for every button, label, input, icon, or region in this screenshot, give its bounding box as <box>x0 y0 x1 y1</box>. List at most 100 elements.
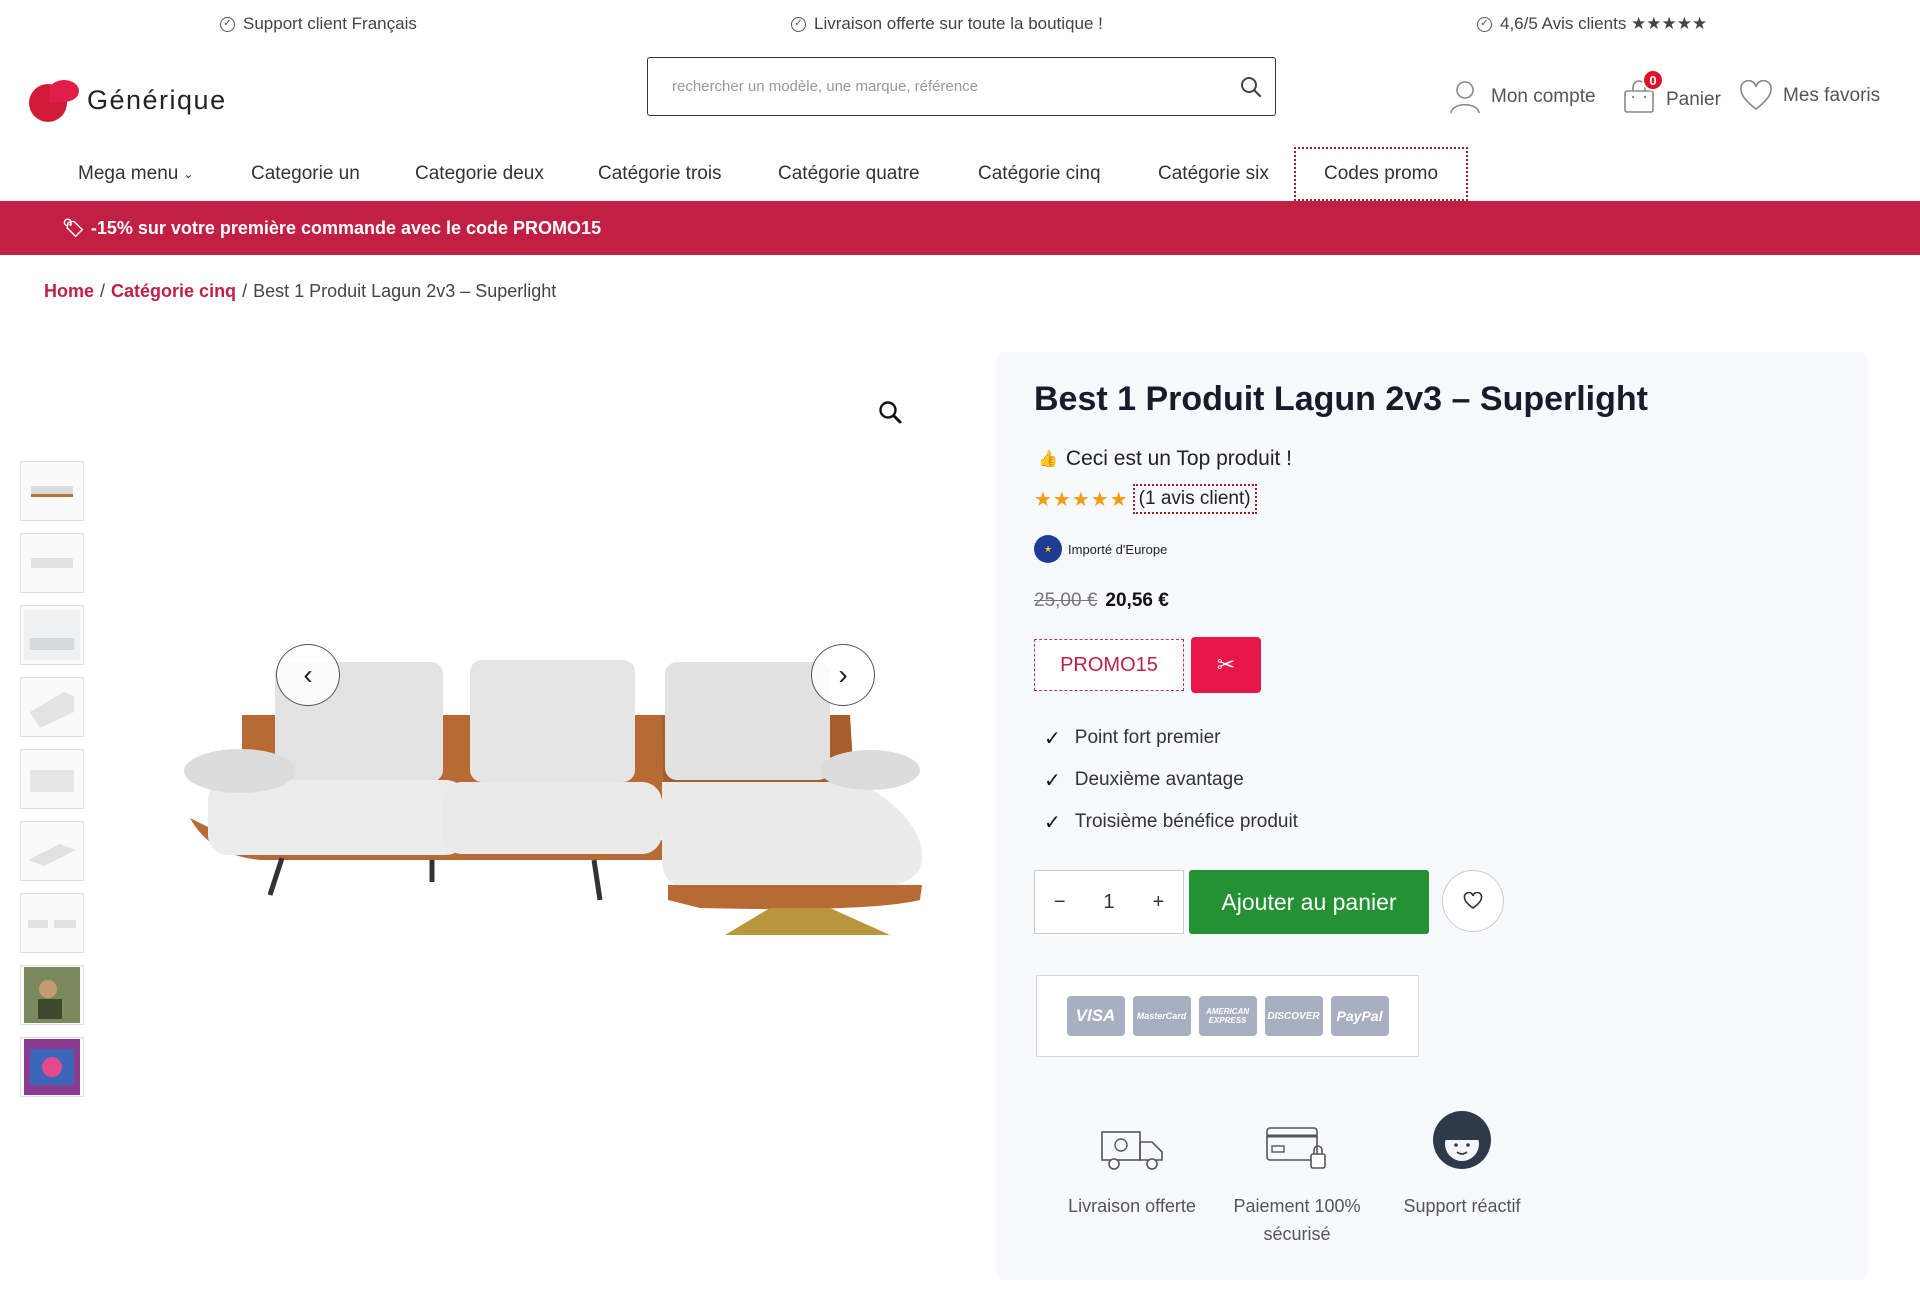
nav-label: Categorie deux <box>415 163 544 184</box>
origin-badge: ★ Importé d'Europe <box>1034 535 1167 563</box>
user-icon <box>1450 81 1480 114</box>
gallery-thumbnail[interactable] <box>20 965 84 1025</box>
quantity-decrease-button[interactable]: − <box>1045 891 1075 914</box>
headset-support-icon <box>1433 1111 1491 1169</box>
nav-item-categorie-six[interactable]: Catégorie six <box>1158 147 1269 201</box>
logo-text: Générique <box>87 84 227 115</box>
old-price: 25,00 € <box>1034 590 1098 611</box>
nav-item-mega-menu[interactable]: Mega menu ⌄ <box>78 147 193 201</box>
nav-item-categorie-cinq[interactable]: Catégorie cinq <box>978 147 1101 201</box>
check-circle-icon: ✓ <box>1477 16 1492 32</box>
nav-label: Catégorie cinq <box>978 163 1101 184</box>
assurance-support: Support réactif <box>1372 1102 1552 1220</box>
quantity-value[interactable]: 1 <box>1094 891 1124 914</box>
chevron-down-icon: ⌄ <box>183 167 194 181</box>
promo-banner-text: -15% sur votre première commande avec le… <box>90 217 602 238</box>
nav-label: Catégorie six <box>1158 163 1269 184</box>
cart-label: Panier <box>1666 89 1721 110</box>
promo-banner: 🏷 -15% sur votre première commande avec … <box>0 201 1920 255</box>
gallery-next-button[interactable]: › <box>811 644 875 706</box>
checkmark-icon: ✓ <box>1044 811 1061 834</box>
nav-item-codes-promo[interactable]: Codes promo <box>1294 147 1469 201</box>
checkmark-icon: ✓ <box>1044 769 1061 792</box>
reviews-text: 4,6/5 Avis clients ★★★★★ <box>1500 14 1708 33</box>
search-input[interactable] <box>672 58 1232 114</box>
gallery-thumbnail[interactable] <box>20 461 84 521</box>
feature-text: Deuxième avantage <box>1074 769 1244 790</box>
copy-coupon-button[interactable]: ✂ <box>1191 637 1261 693</box>
site-logo[interactable]: Générique <box>29 80 227 122</box>
add-to-favorites-button[interactable] <box>1442 870 1504 932</box>
thumbs-up-icon: 👍 <box>1038 451 1058 468</box>
product-rating: ★★★★★ (1 avis client) <box>1034 484 1257 514</box>
account-label: Mon compte <box>1491 86 1596 107</box>
coupon-code[interactable]: PROMO15 <box>1034 639 1184 691</box>
account-link[interactable]: Mon compte <box>1449 80 1596 114</box>
main-nav: Mega menu ⌄ Categorie un Categorie deux … <box>0 147 1920 201</box>
nav-item-categorie-trois[interactable]: Catégorie trois <box>598 147 722 201</box>
top-product-label: Ceci est un Top produit ! <box>1065 447 1292 470</box>
gallery-thumbnail[interactable] <box>20 749 84 809</box>
favorites-link[interactable]: Mes favoris <box>1739 80 1880 112</box>
feature-list: ✓ Point fort premier ✓ Deuxième avantage… <box>1044 717 1298 843</box>
delivery-truck-icon <box>1101 1131 1163 1170</box>
gallery-thumbnail[interactable] <box>20 1037 84 1097</box>
gallery-thumbnail[interactable] <box>20 893 84 953</box>
feature-item: ✓ Deuxième avantage <box>1044 759 1298 801</box>
search-icon[interactable] <box>1239 75 1263 99</box>
assurance-payment: Paiement 100% sécurisé <box>1207 1102 1387 1248</box>
feature-text: Point fort premier <box>1074 727 1221 748</box>
mastercard-icon: MasterCard <box>1132 996 1191 1036</box>
breadcrumb-home[interactable]: Home <box>44 281 94 302</box>
cart-count-badge: 0 <box>1642 69 1664 91</box>
zoom-icon[interactable] <box>877 399 903 425</box>
nav-label: Mega menu <box>78 163 179 184</box>
origin-label: Importé d'Europe <box>1068 541 1168 557</box>
discover-icon: DISCOVER <box>1264 996 1323 1036</box>
feature-text: Troisième bénéfice produit <box>1074 811 1298 832</box>
check-circle-icon: ✓ <box>791 16 806 32</box>
breadcrumb-current: Best 1 Produit Lagun 2v3 – Superlight <box>253 281 557 301</box>
assurance-payment-text: Paiement 100% sécurisé <box>1233 1196 1361 1244</box>
logo-mark-icon <box>29 80 79 122</box>
quantity-increase-button[interactable]: + <box>1143 891 1173 914</box>
chevron-left-icon: ‹ <box>303 659 313 690</box>
nav-item-categorie-quatre[interactable]: Catégorie quatre <box>778 147 920 201</box>
chevron-right-icon: › <box>838 659 848 690</box>
nav-label: Catégorie trois <box>598 163 722 184</box>
gallery-thumbnail[interactable] <box>20 677 84 737</box>
gallery-thumbnail[interactable] <box>20 605 84 665</box>
search-bar <box>647 57 1276 116</box>
nav-label: Catégorie quatre <box>778 163 920 184</box>
gallery-prev-button[interactable]: ‹ <box>276 644 340 706</box>
heart-icon <box>1740 80 1772 111</box>
product-price: 25,00 € 20,56 € <box>1034 590 1169 612</box>
add-to-cart-button[interactable]: Ajouter au panier <box>1189 870 1429 934</box>
breadcrumb: Home / Catégorie cinq / Best 1 Produit L… <box>44 281 556 302</box>
breadcrumb-separator: / <box>100 281 106 301</box>
assurance-delivery-text: Livraison offerte <box>1068 1196 1196 1216</box>
checkmark-icon: ✓ <box>1044 727 1061 750</box>
delivery-info: ✓ Livraison offerte sur toute la boutiqu… <box>791 14 1103 34</box>
gallery-thumbnails <box>20 461 86 1109</box>
reviews-link[interactable]: (1 avis client) <box>1132 484 1257 514</box>
product-title: Best 1 Produit Lagun 2v3 – Superlight <box>1034 380 1648 418</box>
nav-item-categorie-deux[interactable]: Categorie deux <box>415 147 544 201</box>
paypal-icon: PayPal <box>1330 996 1389 1036</box>
star-rating-icon: ★★★★★ <box>1034 488 1129 511</box>
sale-price: 20,56 € <box>1105 590 1169 611</box>
favorites-label: Mes favoris <box>1783 85 1881 106</box>
support-info: ✓ Support client Français <box>220 14 417 34</box>
secure-payment-icon <box>1266 1127 1326 1169</box>
nav-item-categorie-un[interactable]: Categorie un <box>251 147 360 201</box>
product-summary-panel: Best 1 Produit Lagun 2v3 – Superlight 👍 … <box>996 352 1868 1280</box>
gallery-thumbnail[interactable] <box>20 533 84 593</box>
amex-icon: AMERICAN EXPRESS <box>1198 996 1257 1036</box>
quantity-stepper: − 1 + <box>1034 870 1184 934</box>
cart-link[interactable]: 0 Panier <box>1622 69 1721 120</box>
gallery-thumbnail[interactable] <box>20 821 84 881</box>
payment-methods: VISA MasterCard AMERICAN EXPRESS DISCOVE… <box>1036 975 1419 1057</box>
heart-icon <box>1463 892 1483 909</box>
breadcrumb-category[interactable]: Catégorie cinq <box>111 281 236 302</box>
assurance-support-text: Support réactif <box>1403 1196 1521 1216</box>
